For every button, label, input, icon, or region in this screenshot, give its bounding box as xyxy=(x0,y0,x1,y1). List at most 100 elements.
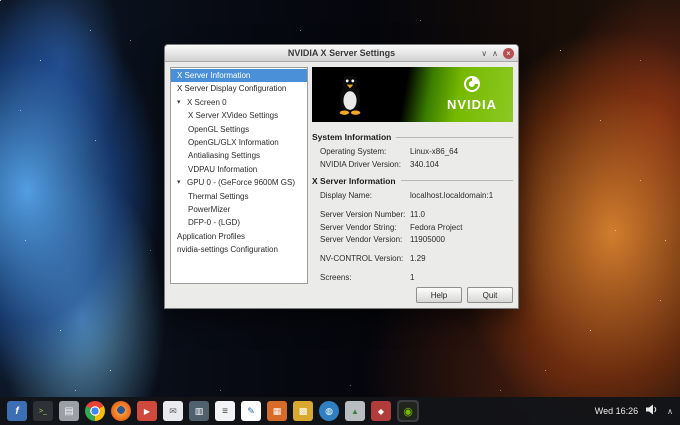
tree-item-antialiasing-settings[interactable]: Antialiasing Settings xyxy=(171,149,307,162)
panel-icon-presentation-app[interactable]: ▦ xyxy=(267,401,287,421)
info-value: 11.0 xyxy=(410,209,425,219)
info-value: 340.104 xyxy=(410,160,439,170)
section-divider xyxy=(396,136,513,138)
panel-icon-text-editor[interactable]: ≡ xyxy=(215,401,235,421)
tree-item-label: Antialiasing Settings xyxy=(188,151,261,161)
text-editor-glyph: ≡ xyxy=(222,405,228,417)
active-task-indicator: ◉ xyxy=(397,400,419,422)
panel-icon-media-player[interactable]: ▶ xyxy=(137,401,157,421)
taskbar-launchers: f >_ ▤ ▶ ✉ ▥ ≡ ✎ ▦ ▩ ◍ ▲ ◆ ◉ xyxy=(7,400,419,422)
info-row-server-version-number: Server Version Number: 11.0 xyxy=(312,208,513,221)
info-value: 11905000 xyxy=(410,235,445,245)
panel-icon-web-browser[interactable]: ◍ xyxy=(319,401,339,421)
tree-item-x-server-information[interactable]: X Server Information xyxy=(171,69,307,83)
desktop[interactable]: NVIDIA X Server Settings ∨ ∧ × X Server … xyxy=(0,0,680,425)
tree-item-thermal-settings[interactable]: Thermal Settings xyxy=(171,190,307,203)
info-label: Screens: xyxy=(320,273,352,283)
terminal-glyph: >_ xyxy=(39,407,47,415)
content-pane: NVIDIA System Information Operating Syst… xyxy=(312,67,513,284)
applications-menu-glyph: f xyxy=(15,405,19,417)
info-row-display-name: Display Name: localhost.localdomain:1 xyxy=(312,189,513,202)
section-divider xyxy=(400,180,513,182)
help-button[interactable]: Help xyxy=(416,287,462,303)
tree-item-opengl-settings[interactable]: OpenGL Settings xyxy=(171,123,307,136)
panel-icon-package-manager[interactable]: ◆ xyxy=(371,401,391,421)
tree-item-label: DFP-0 - (LGD) xyxy=(188,218,240,228)
panel-icon-system-monitor[interactable]: ▥ xyxy=(189,401,209,421)
system-monitor-glyph: ▥ xyxy=(194,405,204,416)
panel-icon-chrome-browser[interactable] xyxy=(85,401,105,421)
taskbar[interactable]: f >_ ▤ ▶ ✉ ▥ ≡ ✎ ▦ ▩ ◍ ▲ ◆ ◉ Wed 16:26 ∧ xyxy=(0,397,680,425)
close-button[interactable]: × xyxy=(503,48,514,59)
info-row-nvidia-driver-version: NVIDIA Driver Version: 340.104 xyxy=(312,158,513,171)
dialog-button-row: Help Quit xyxy=(170,284,513,303)
panel-icon-firefox-browser[interactable] xyxy=(111,401,131,421)
info-row-screens: Screens: 1 xyxy=(312,271,513,284)
nvidia-wordmark: NVIDIA xyxy=(446,97,497,112)
info-label: NVIDIA Driver Version: xyxy=(320,160,401,170)
settings-tree[interactable]: X Server Information X Server Display Co… xyxy=(170,67,308,284)
quit-button[interactable]: Quit xyxy=(467,287,513,303)
panel-icon-file-manager[interactable]: ▤ xyxy=(59,401,79,421)
info-value: localhost.localdomain:1 xyxy=(410,190,494,200)
nvidia-banner: NVIDIA xyxy=(312,67,513,123)
media-player-glyph: ▶ xyxy=(143,406,151,416)
clock[interactable]: Wed 16:26 xyxy=(595,406,638,416)
section-header-x-server-information: X Server Information xyxy=(312,176,513,186)
tree-item-label: GPU 0 - (GeForce 9600M GS) xyxy=(187,178,296,188)
tree-item-label: PowerMizer xyxy=(188,204,231,214)
info-label: Operating System: xyxy=(320,147,387,157)
panel-icon-word-processor[interactable]: ✎ xyxy=(241,401,261,421)
tree-item-x-server-xvideo-settings[interactable]: X Server XVideo Settings xyxy=(171,109,307,122)
panel-icon-mail-client[interactable]: ✉ xyxy=(163,401,183,421)
window-body: X Server Information X Server Display Co… xyxy=(165,62,518,308)
tux-penguin-image xyxy=(336,73,364,120)
tree-item-vdpau-information[interactable]: VDPAU Information xyxy=(171,163,307,176)
expander-icon[interactable]: ▾ xyxy=(177,96,187,109)
info-row-server-vendor-version: Server Vendor Version: 11905000 xyxy=(312,234,513,247)
tree-item-powermizer[interactable]: PowerMizer xyxy=(171,203,307,216)
tree-item-label: Thermal Settings xyxy=(188,191,249,201)
tree-item-x-screen-0[interactable]: ▾ X Screen 0 xyxy=(171,96,307,109)
volume-icon[interactable] xyxy=(646,402,659,420)
tree-item-label: OpenGL/GLX Information xyxy=(188,137,279,147)
taskbar-tray: Wed 16:26 ∧ xyxy=(595,402,673,420)
panel-icon-spreadsheet-app[interactable]: ▩ xyxy=(293,401,313,421)
file-manager-glyph: ▤ xyxy=(64,405,74,417)
spreadsheet-glyph: ▩ xyxy=(298,405,308,416)
panel-icon-applications-menu[interactable]: f xyxy=(7,401,27,421)
expander-icon[interactable]: ▾ xyxy=(177,176,187,189)
info-label: Display Name: xyxy=(320,190,373,200)
info-row-server-vendor-string: Server Vendor String: Fedora Project xyxy=(312,221,513,234)
package-manager-glyph: ◆ xyxy=(377,406,385,416)
minimize-button[interactable]: ∨ xyxy=(481,48,487,59)
tree-item-gpu-0[interactable]: ▾ GPU 0 - (GeForce 9600M GS) xyxy=(171,176,307,189)
nvidia-settings-window[interactable]: NVIDIA X Server Settings ∨ ∧ × X Server … xyxy=(164,44,519,309)
info-value: Linux-x86_64 xyxy=(410,147,459,157)
info-label: Server Vendor String: xyxy=(320,222,397,232)
panel-icon-nvidia-settings[interactable]: ◉ xyxy=(399,402,417,420)
nvidia-logo: NVIDIA xyxy=(447,75,497,111)
info-row-nv-control-version: NV-CONTROL Version: 1.29 xyxy=(312,252,513,265)
tree-item-label: Application Profiles xyxy=(177,231,246,241)
tree-item-nvidia-settings-configuration[interactable]: nvidia-settings Configuration xyxy=(171,243,307,256)
info-label: Server Version Number: xyxy=(320,209,406,219)
panel-icon-image-viewer[interactable]: ▲ xyxy=(345,401,365,421)
section-title: System Information xyxy=(312,132,392,143)
presentation-glyph: ▦ xyxy=(272,405,282,416)
window-controls: ∨ ∧ × xyxy=(481,45,514,62)
tree-item-label: VDPAU Information xyxy=(188,164,258,174)
tree-item-label: X Server XVideo Settings xyxy=(188,111,279,121)
panel-collapse-icon[interactable]: ∧ xyxy=(667,407,673,416)
info-value: Fedora Project xyxy=(410,222,463,232)
section-title: X Server Information xyxy=(312,175,396,186)
tree-item-opengl-glx-information[interactable]: OpenGL/GLX Information xyxy=(171,136,307,149)
tree-item-x-server-display-configuration[interactable]: X Server Display Configuration xyxy=(171,82,307,95)
panel-icon-terminal[interactable]: >_ xyxy=(33,401,53,421)
tree-item-dfp-0-lgd[interactable]: DFP-0 - (LGD) xyxy=(171,216,307,229)
nvidia-eye-icon xyxy=(459,76,485,97)
tree-item-application-profiles[interactable]: Application Profiles xyxy=(171,230,307,243)
maximize-button[interactable]: ∧ xyxy=(492,48,498,59)
tree-item-label: nvidia-settings Configuration xyxy=(177,245,278,255)
window-titlebar[interactable]: NVIDIA X Server Settings ∨ ∧ × xyxy=(165,45,518,62)
